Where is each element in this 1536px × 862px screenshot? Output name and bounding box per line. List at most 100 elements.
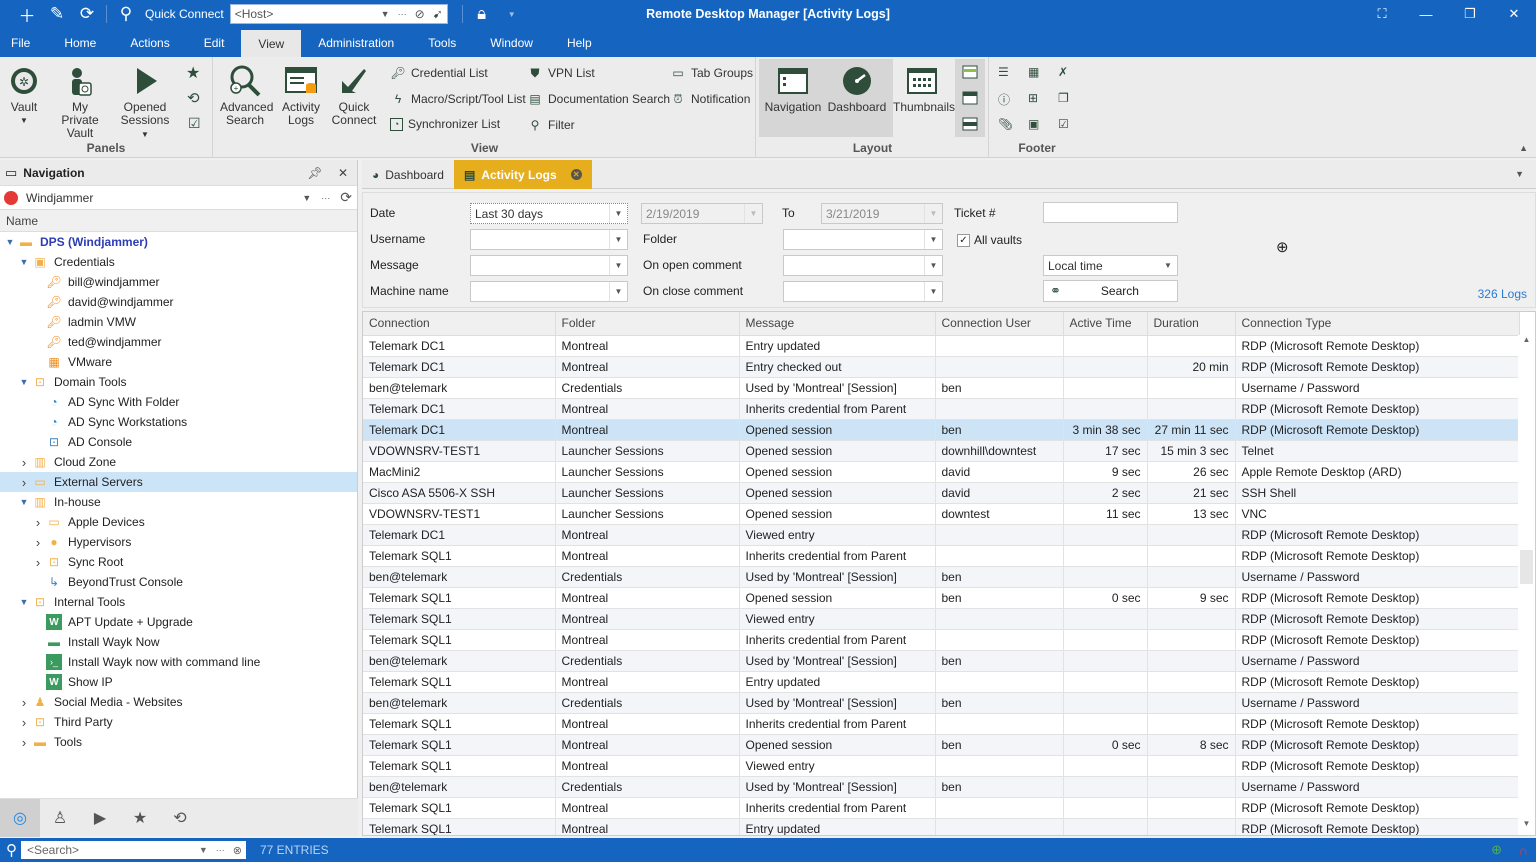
- connect-icon[interactable]: ⊘: [415, 7, 425, 21]
- scroll-down-icon[interactable]: ▼: [1518, 819, 1535, 835]
- tree-node[interactable]: ▼ ⊡ Domain Tools: [0, 372, 357, 392]
- menu-edit[interactable]: Edit: [187, 28, 242, 57]
- table-row[interactable]: Telemark SQL1 Montreal Viewed entry RDP (Mi…: [363, 608, 1520, 630]
- close-tab-icon[interactable]: ✕: [570, 169, 582, 180]
- close-comment-select[interactable]: ▼: [783, 281, 943, 302]
- collapse-ribbon-button[interactable]: ▲: [1519, 143, 1528, 153]
- tree-node[interactable]: › ▭ Apple Devices: [0, 512, 357, 532]
- minimize-button[interactable]: —: [1404, 0, 1448, 28]
- checklist-button[interactable]: ☑: [188, 115, 201, 132]
- tree-node[interactable]: ◔ AD Sync With Folder: [0, 392, 357, 412]
- table-row[interactable]: Telemark SQL1 Montreal Inherits credential…: [363, 797, 1520, 819]
- navigation-layout-button[interactable]: Navigation: [761, 61, 825, 114]
- layout-header-button[interactable]: [962, 91, 978, 105]
- tree-node[interactable]: ›_ Install Wayk now with command line: [0, 652, 357, 672]
- quick-connect-icon[interactable]: ➹: [433, 7, 443, 21]
- tab-groups-button[interactable]: ▭ Tab Groups: [670, 65, 753, 81]
- opened-sessions-button[interactable]: Opened Sessions ▼: [116, 61, 174, 141]
- layout-top-bar-button[interactable]: [962, 65, 978, 79]
- tab-dashboard[interactable]: ◕ Dashboard: [362, 160, 454, 189]
- footer-tools-button[interactable]: ✗: [1058, 65, 1068, 79]
- tree-node[interactable]: › ♟ Social Media - Websites: [0, 692, 357, 712]
- search-button[interactable]: ⚭ Search: [1043, 280, 1178, 302]
- footer-list-button[interactable]: ☰: [998, 65, 1009, 79]
- quick-connect-ribbon-button[interactable]: Quick Connect: [330, 61, 378, 127]
- menu-actions[interactable]: Actions: [113, 28, 186, 57]
- table-row[interactable]: Cisco ASA 5506-X SSH Launcher Sessions Ope…: [363, 482, 1520, 504]
- collapse-arrow-icon[interactable]: ›: [18, 475, 30, 490]
- vault-dropdown-icon[interactable]: ▼: [302, 193, 311, 203]
- to-date-picker[interactable]: 3/21/2019 ▼: [821, 203, 943, 224]
- scroll-thumb[interactable]: [1520, 550, 1533, 584]
- footer-properties-button[interactable]: ▦: [1028, 65, 1039, 79]
- table-row[interactable]: Telemark SQL1 Montreal Viewed entry RDP (Mi…: [363, 755, 1520, 777]
- menu-administration[interactable]: Administration: [301, 28, 411, 57]
- activity-logs-button[interactable]: Activity Logs: [278, 61, 324, 127]
- date-range-select[interactable]: Last 30 days ▼: [470, 203, 628, 224]
- filter-button[interactable]: ⚲ Filter: [527, 117, 575, 133]
- host-input[interactable]: <Host> ▼ ··· ⊘ ➹: [229, 4, 448, 24]
- username-select[interactable]: ▼: [470, 229, 628, 250]
- tab-activity-logs[interactable]: ▤ Activity Logs ✕: [453, 160, 592, 189]
- message-select[interactable]: ▼: [470, 255, 628, 276]
- tabs-dropdown-icon[interactable]: ▼: [1515, 169, 1524, 179]
- menu-help[interactable]: Help: [550, 28, 609, 57]
- column-header[interactable]: Message: [739, 312, 936, 336]
- customize-dropdown[interactable]: ▼: [497, 0, 527, 28]
- footer-info-button[interactable]: ⓘ: [998, 91, 1010, 108]
- tree-node[interactable]: ▼ ⊡ Internal Tools: [0, 592, 357, 612]
- clear-search-icon[interactable]: ⊗: [233, 844, 242, 857]
- vault-tab-button[interactable]: ◎: [0, 799, 40, 837]
- menu-file[interactable]: File: [0, 28, 47, 57]
- table-row[interactable]: VDOWNSRV-TEST1 Launcher Sessions Opened se…: [363, 503, 1520, 525]
- table-row[interactable]: Telemark DC1 Montreal Viewed entry RDP (Mic…: [363, 524, 1520, 546]
- expand-arrow-icon[interactable]: ▼: [4, 237, 16, 247]
- fullscreen-button[interactable]: ⛶: [1360, 0, 1404, 28]
- collapse-arrow-icon[interactable]: ›: [18, 735, 30, 750]
- tree-node[interactable]: ▬ Install Wayk Now: [0, 632, 357, 652]
- collapse-arrow-icon[interactable]: ›: [32, 535, 44, 550]
- tree-node[interactable]: ⊡ AD Console: [0, 432, 357, 452]
- lock-button[interactable]: 🔒︎: [467, 0, 497, 28]
- table-row[interactable]: Telemark SQL1 Montreal Entry updated RDP (M…: [363, 818, 1520, 835]
- close-navigation-button[interactable]: ✕: [329, 166, 357, 180]
- pin-button[interactable]: 📌︎: [301, 166, 329, 180]
- tree-node[interactable]: 🔑︎ ted@windjammer: [0, 332, 357, 352]
- recent-tab-button[interactable]: ⟲: [160, 799, 200, 837]
- vpn-list-button[interactable]: ⛊ VPN List: [527, 65, 594, 81]
- name-column-header[interactable]: Name: [0, 210, 357, 232]
- vault-button[interactable]: ✲ Vault ▼: [4, 61, 44, 127]
- expand-arrow-icon[interactable]: ▼: [18, 377, 30, 387]
- tree-node[interactable]: W APT Update + Upgrade: [0, 612, 357, 632]
- menu-tools[interactable]: Tools: [411, 28, 473, 57]
- edit-button[interactable]: ✎: [42, 0, 72, 28]
- collapse-arrow-icon[interactable]: ›: [18, 715, 30, 730]
- table-row[interactable]: Telemark DC1 Montreal Entry checked out 20 …: [363, 356, 1520, 378]
- table-row[interactable]: Telemark SQL1 Montreal Inherits credential…: [363, 545, 1520, 567]
- host-dropdown-icon[interactable]: ▼: [381, 9, 390, 19]
- advanced-search-button[interactable]: + Advanced Search: [220, 61, 273, 127]
- open-comment-select[interactable]: ▼: [783, 255, 943, 276]
- tree-node[interactable]: ▼ ▬ DPS (Windjammer): [0, 232, 357, 252]
- all-vaults-checkbox[interactable]: ✓ All vaults: [957, 233, 1022, 247]
- macro-script-tool-list-button[interactable]: ϟ Macro/Script/Tool List: [390, 91, 526, 107]
- globe-icon[interactable]: ⊕: [1491, 842, 1502, 858]
- table-row[interactable]: ben@telemark Credentials Used by 'Montreal…: [363, 692, 1520, 714]
- close-window-button[interactable]: ✕: [1492, 0, 1536, 28]
- table-row[interactable]: Telemark SQL1 Montreal Opened session ben 0 …: [363, 587, 1520, 609]
- notification-button[interactable]: ⏰︎ Notification: [670, 91, 750, 107]
- column-header[interactable]: Active Time: [1063, 312, 1148, 336]
- table-row[interactable]: Telemark SQL1 Montreal Entry updated RDP (M…: [363, 671, 1520, 693]
- tree-node[interactable]: › ▥ Cloud Zone: [0, 452, 357, 472]
- tree-node[interactable]: › ● Hypervisors: [0, 532, 357, 552]
- quick-connect-search-button[interactable]: ⚲: [111, 0, 141, 28]
- from-date-picker[interactable]: 2/19/2019 ▼: [641, 203, 763, 224]
- table-row[interactable]: ben@telemark Credentials Used by 'Montreal…: [363, 566, 1520, 588]
- column-header[interactable]: Folder: [555, 312, 740, 336]
- expand-arrow-icon[interactable]: ▼: [18, 257, 30, 267]
- collapse-arrow-icon[interactable]: ›: [32, 515, 44, 530]
- collapse-arrow-icon[interactable]: ›: [32, 555, 44, 570]
- column-header[interactable]: Duration: [1147, 312, 1236, 336]
- grid-vertical-scrollbar[interactable]: ▲ ▼: [1518, 335, 1535, 835]
- table-row[interactable]: VDOWNSRV-TEST1 Launcher Sessions Opened se…: [363, 440, 1520, 462]
